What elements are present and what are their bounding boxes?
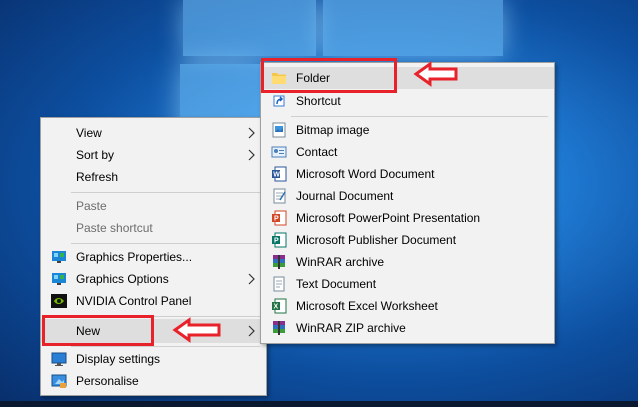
submenu-item-label: Journal Document <box>296 189 394 203</box>
menu-item-graphics-properties[interactable]: Graphics Properties... <box>41 246 266 268</box>
windows-logo-pane-top-right <box>323 0 503 56</box>
menu-item-paste[interactable]: Paste <box>41 195 266 217</box>
word-document-icon: W <box>272 166 287 182</box>
contact-card-icon <box>271 146 287 158</box>
submenu-item-label: Microsoft Excel Worksheet <box>296 299 438 313</box>
menu-item-label: View <box>76 126 102 140</box>
menu-separator <box>71 346 260 347</box>
menu-item-personalise[interactable]: Personalise <box>41 370 266 392</box>
menu-item-paste-shortcut[interactable]: Paste shortcut <box>41 217 266 239</box>
menu-item-label: Display settings <box>76 352 161 366</box>
intel-graphics-icon <box>52 273 66 285</box>
menu-item-label: Sort by <box>76 148 115 162</box>
winrar-archive-icon <box>273 255 285 269</box>
display-monitor-icon <box>51 352 67 366</box>
submenu-item-publisher-document[interactable]: P Microsoft Publisher Document <box>261 229 554 251</box>
text-document-icon <box>273 276 285 292</box>
new-submenu: Folder Shortcut Bitmap image Contact W M… <box>260 62 555 344</box>
menu-item-label: Graphics Options <box>76 272 169 286</box>
menu-separator <box>291 116 548 117</box>
submenu-item-label: Bitmap image <box>296 123 370 137</box>
svg-text:P: P <box>274 216 279 223</box>
submenu-item-excel-worksheet[interactable]: X Microsoft Excel Worksheet <box>261 295 554 317</box>
submenu-item-label: Text Document <box>296 277 377 291</box>
submenu-item-powerpoint-presentation[interactable]: P Microsoft PowerPoint Presentation <box>261 207 554 229</box>
submenu-item-label: Microsoft PowerPoint Presentation <box>296 211 481 225</box>
chevron-right-icon <box>248 273 255 285</box>
menu-item-label: Paste shortcut <box>76 221 153 235</box>
submenu-item-label: Microsoft Publisher Document <box>296 233 457 247</box>
folder-pointer-arrow-icon <box>413 61 458 87</box>
chevron-right-icon <box>248 325 255 337</box>
menu-separator <box>71 192 260 193</box>
winrar-archive-icon <box>273 321 285 335</box>
taskbar-strip <box>0 401 638 407</box>
chevron-right-icon <box>248 127 255 139</box>
menu-separator <box>71 243 260 244</box>
journal-document-icon <box>273 188 286 204</box>
submenu-item-label: WinRAR ZIP archive <box>296 321 406 335</box>
submenu-item-text-document[interactable]: Text Document <box>261 273 554 295</box>
powerpoint-icon: P <box>272 210 287 226</box>
svg-text:W: W <box>273 172 280 179</box>
menu-item-graphics-options[interactable]: Graphics Options <box>41 268 266 290</box>
windows-logo-pane-top-left <box>183 0 316 56</box>
svg-text:X: X <box>274 304 279 311</box>
menu-item-label: Refresh <box>76 170 119 184</box>
menu-item-label: Paste <box>76 199 107 213</box>
chevron-right-icon <box>248 149 255 161</box>
svg-text:P: P <box>274 238 279 245</box>
nvidia-icon <box>51 294 67 308</box>
menu-item-label: NVIDIA Control Panel <box>76 294 192 308</box>
new-pointer-arrow-icon <box>172 317 221 343</box>
submenu-item-label: Contact <box>296 145 338 159</box>
publisher-icon: P <box>272 232 287 248</box>
submenu-item-label: Shortcut <box>296 94 341 108</box>
menu-item-refresh[interactable]: Refresh <box>41 166 266 188</box>
submenu-item-winrar-zip-archive[interactable]: WinRAR ZIP archive <box>261 317 554 339</box>
menu-item-sort-by[interactable]: Sort by <box>41 144 266 166</box>
submenu-item-contact[interactable]: Contact <box>261 141 554 163</box>
submenu-item-word-document[interactable]: W Microsoft Word Document <box>261 163 554 185</box>
shortcut-arrow-icon <box>273 95 285 107</box>
submenu-item-label: Microsoft Word Document <box>296 167 435 181</box>
new-highlight-box <box>42 315 154 346</box>
submenu-item-journal-document[interactable]: Journal Document <box>261 185 554 207</box>
bitmap-image-icon <box>272 122 286 138</box>
menu-item-label: Graphics Properties... <box>76 250 193 264</box>
menu-item-display-settings[interactable]: Display settings <box>41 348 266 370</box>
excel-worksheet-icon: X <box>272 298 287 314</box>
menu-item-label: Personalise <box>76 374 139 388</box>
personalise-icon <box>51 374 67 388</box>
folder-highlight-box <box>261 58 397 93</box>
menu-item-view[interactable]: View <box>41 122 266 144</box>
menu-item-nvidia-control-panel[interactable]: NVIDIA Control Panel <box>41 290 266 312</box>
submenu-item-bitmap-image[interactable]: Bitmap image <box>261 119 554 141</box>
desktop-context-menu: View Sort by Refresh Paste Paste shortcu… <box>40 117 267 396</box>
submenu-item-shortcut[interactable]: Shortcut <box>261 90 554 112</box>
intel-graphics-icon <box>52 251 66 263</box>
submenu-item-label: WinRAR archive <box>296 255 385 269</box>
submenu-item-winrar-archive[interactable]: WinRAR archive <box>261 251 554 273</box>
